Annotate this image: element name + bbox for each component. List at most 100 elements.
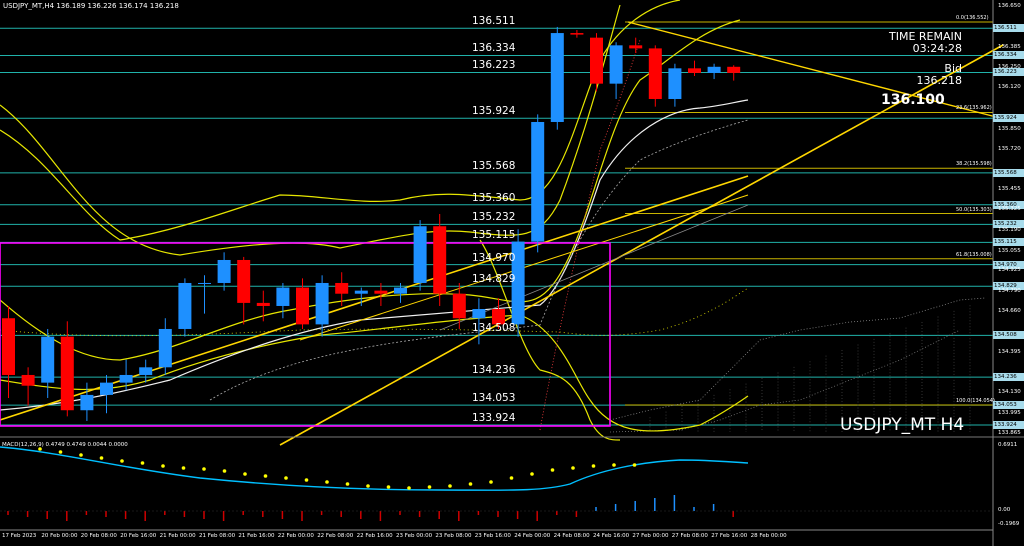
- candle-body: [472, 309, 486, 319]
- candle-body: [590, 37, 603, 84]
- price-axis-highlight: 136.511: [993, 24, 1024, 33]
- price-level-label: 135.360: [472, 191, 516, 204]
- time-axis-tick: 27 Feb 00:00: [632, 533, 669, 539]
- candle-body: [41, 336, 55, 383]
- candle-body: [629, 45, 643, 49]
- price-level-label: 134.236: [472, 364, 516, 377]
- time-axis-tick: 27 Feb 16:00: [711, 533, 748, 539]
- price-axis-tick: 134.925: [998, 267, 1021, 274]
- candle-body: [531, 121, 545, 242]
- macd-signal-dot: [79, 453, 83, 457]
- price-level-label: 136.334: [472, 42, 516, 55]
- candle-body: [60, 336, 74, 411]
- price-axis-tick: 134.790: [998, 288, 1021, 295]
- candle-body: [2, 318, 15, 375]
- time-axis-tick: 21 Feb 00:00: [159, 533, 196, 539]
- macd-signal-dot: [181, 466, 186, 470]
- candle-body: [550, 33, 564, 122]
- macd-signal-dot: [284, 476, 288, 480]
- macd-signal-dot: [304, 478, 309, 482]
- price-axis-highlight: 136.223: [993, 68, 1024, 77]
- macd-signal-dot: [591, 464, 596, 468]
- price-level-label: 134.053: [472, 392, 516, 405]
- candle-body: [178, 282, 192, 329]
- time-axis-tick: 23 Feb 16:00: [474, 533, 511, 539]
- price-axis-tick: 135.720: [998, 145, 1021, 152]
- time-axis-tick: 21 Feb 16:00: [238, 533, 275, 539]
- price-axis-tick: 133.995: [998, 410, 1021, 417]
- macd-signal-dot: [386, 485, 391, 489]
- candle-body: [374, 290, 388, 294]
- price-level-label: 135.232: [472, 211, 516, 224]
- fib-level-label: 23.6(135.962): [956, 105, 992, 112]
- macd-signal-dot: [120, 459, 124, 463]
- price-axis-tick: 136.385: [998, 43, 1021, 50]
- time-axis-tick: 23 Feb 00:00: [396, 533, 433, 539]
- candle-body: [100, 382, 113, 395]
- price-axis-tick: 135.325: [998, 206, 1021, 213]
- fib-level-label: 38.2(135.598): [956, 161, 992, 168]
- price-axis-tick: 136.650: [998, 3, 1021, 9]
- macd-signal-dot: [427, 485, 432, 489]
- time-axis-tick: 21 Feb 08:00: [199, 533, 236, 539]
- fib-level-label: 61.8(135.008): [956, 251, 992, 258]
- macd-signal-dot: [99, 456, 104, 460]
- candle-body: [727, 66, 741, 73]
- candle-body: [648, 48, 662, 99]
- price-axis-tick: 135.455: [998, 186, 1021, 193]
- candle-body: [570, 33, 584, 35]
- time-axis-tick: 24 Feb 16:00: [593, 533, 630, 539]
- price-axis-tick: 135.190: [998, 226, 1021, 233]
- price-axis-highlight: 133.924: [993, 420, 1024, 429]
- price-axis-tick: 133.865: [998, 430, 1021, 436]
- price-axis-highlight: 134.236: [993, 373, 1024, 382]
- macd-signal-dot: [571, 466, 575, 470]
- bid-value: 136.218: [916, 74, 963, 87]
- time-axis-tick: 22 Feb 00:00: [277, 533, 314, 539]
- macd-signal-dot: [612, 463, 616, 467]
- time-remain-value: 03:24:28: [912, 42, 962, 55]
- time-axis-tick: 20 Feb 08:00: [80, 533, 117, 539]
- price-axis-tick: 134.130: [998, 389, 1021, 396]
- price-axis-highlight: 135.115: [993, 238, 1024, 247]
- price-axis-highlight: 136.334: [993, 51, 1024, 60]
- macd-signal-dot: [222, 469, 227, 473]
- price-level-label: 135.924: [472, 105, 516, 118]
- time-axis-tick: 20 Feb 00:00: [41, 533, 78, 539]
- macd-signal-dot: [366, 484, 370, 488]
- time-axis-tick: 27 Feb 08:00: [671, 533, 708, 539]
- time-axis-tick: 22 Feb 08:00: [317, 533, 354, 539]
- macd-signal-dot: [140, 461, 145, 465]
- candle-body: [433, 226, 447, 294]
- candle-body: [139, 367, 153, 375]
- macd-signal-dot: [509, 476, 514, 480]
- macd-axis-tick: -0.1969: [998, 521, 1020, 527]
- price-level-label: 134.829: [472, 273, 516, 286]
- macd-signal-dot: [202, 467, 206, 471]
- macd-signal-dot: [468, 482, 473, 486]
- price-axis-highlight: 135.924: [993, 114, 1024, 123]
- price-level-label: 134.508: [472, 322, 516, 335]
- price-axis-tick: 134.395: [998, 348, 1021, 355]
- symbol-watermark: USDJPY_MT H4: [840, 415, 965, 435]
- price-axis-highlight: 134.508: [993, 331, 1024, 340]
- price-level-label: 133.924: [472, 411, 516, 424]
- price-axis-highlight: 134.053: [993, 401, 1024, 410]
- macd-signal-dot: [489, 480, 493, 484]
- fib-level-label: 50.0(135.303): [956, 206, 992, 213]
- candle-body: [276, 287, 290, 306]
- macd-signal-dot: [161, 464, 165, 468]
- candle-body: [609, 45, 623, 84]
- candle-body: [688, 68, 701, 73]
- candle-body: [80, 394, 94, 411]
- candle-body: [21, 374, 35, 386]
- macd-signal-dot: [325, 480, 329, 484]
- macd-signal-dot: [530, 472, 534, 476]
- price-level-label: 136.511: [472, 15, 516, 28]
- candle-body: [315, 282, 329, 325]
- candle-body: [335, 282, 349, 294]
- candle-body: [394, 287, 407, 294]
- price-axis-tick: 135.850: [998, 125, 1021, 132]
- macd-signal-dot: [345, 482, 350, 486]
- fib-level-label: 100.0(134.054): [956, 398, 995, 405]
